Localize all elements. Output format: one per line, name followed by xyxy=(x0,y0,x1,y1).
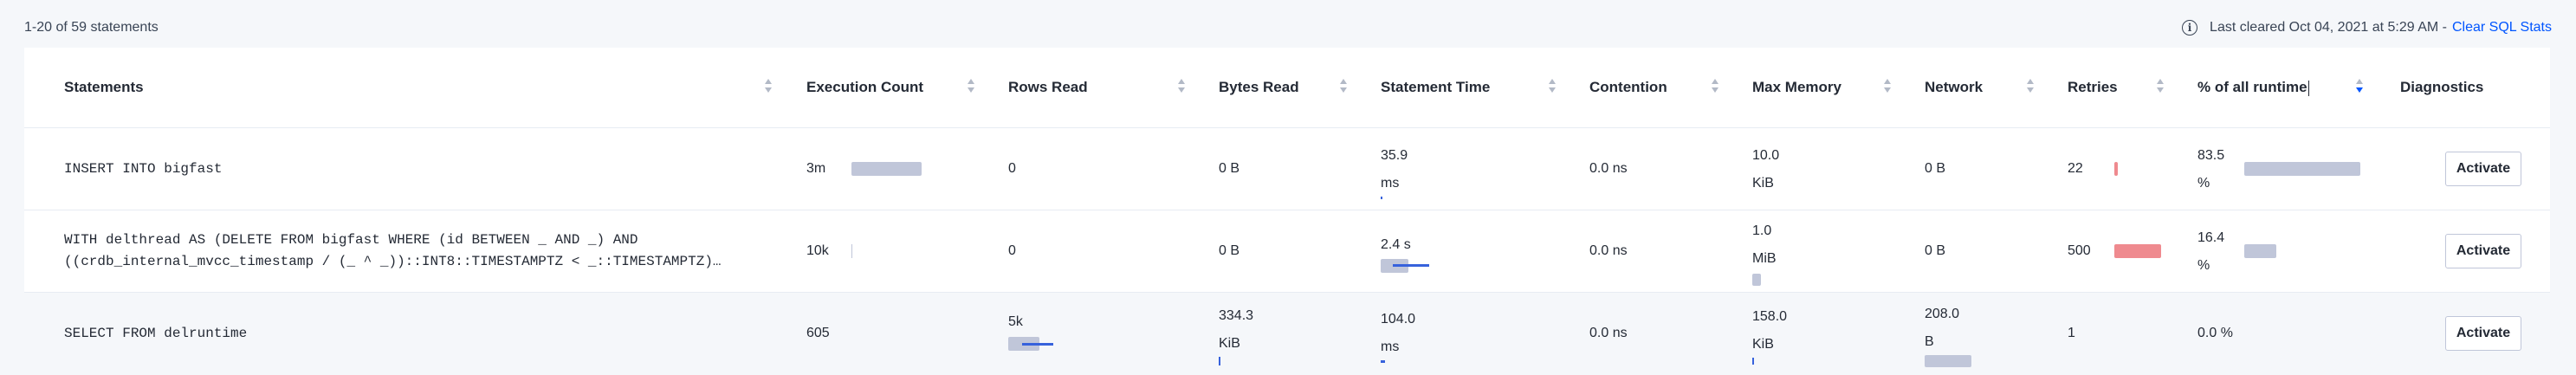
pagination-summary: 1-20 of 59 statements xyxy=(24,20,159,35)
last-cleared-text: Last cleared Oct 04, 2021 at 5:29 AM - xyxy=(2210,20,2447,35)
pct-runtime-cell: 0.0 % xyxy=(2197,292,2397,375)
pct-runtime-bar-fill xyxy=(2244,244,2277,258)
max-memory-cell: 1.0 MiB xyxy=(1752,210,1925,293)
network-cell: 0 B xyxy=(1925,127,2068,210)
column-header-statements[interactable]: Statements xyxy=(24,48,806,128)
network-bar xyxy=(1925,355,1971,368)
pct-runtime-bar-fill xyxy=(2244,162,2360,176)
column-header-rows-read[interactable]: Rows Read xyxy=(1008,48,1219,128)
execution-count-cell: 10k xyxy=(806,210,1008,293)
retries-cell: 500 xyxy=(2068,210,2197,293)
max-memory-cell: 10.0 KiB xyxy=(1752,127,1925,210)
table-row[interactable]: WITH delthread AS (DELETE FROM bigfast W… xyxy=(24,210,2550,293)
deviation-mark xyxy=(1219,357,1220,366)
pct-runtime-bar xyxy=(2244,162,2366,176)
table-row[interactable]: INSERT INTO bigfast 3m 0 0 B 35.9 ms 0.0… xyxy=(24,127,2550,210)
statements-toolbar: 1-20 of 59 statements i Last cleared Oct… xyxy=(0,0,2576,54)
max-memory-bar xyxy=(1752,274,1761,286)
deviation-mark xyxy=(1381,359,1385,363)
column-header-statement-time[interactable]: Statement Time xyxy=(1381,48,1589,128)
column-header-execution-count[interactable]: Execution Count xyxy=(806,48,1008,128)
network-cell: 208.0 B xyxy=(1925,292,2068,375)
statement-time-cell: 2.4 s xyxy=(1381,210,1589,293)
retries-bar xyxy=(2114,244,2166,258)
deviation-mark xyxy=(1393,264,1429,267)
statement-text[interactable]: WITH delthread AS (DELETE FROM bigfast W… xyxy=(64,230,806,251)
network-cell: 0 B xyxy=(1925,210,2068,293)
execution-count-bar-fill xyxy=(851,162,922,176)
bytes-read-cell: 0 B xyxy=(1219,210,1381,293)
column-header-contention[interactable]: Contention xyxy=(1589,48,1752,128)
contention-cell: 0.0 ns xyxy=(1589,292,1752,375)
statement-cell[interactable]: INSERT INTO bigfast xyxy=(24,127,806,210)
statement-cell[interactable]: SELECT FROM delruntime xyxy=(24,292,806,375)
activate-button[interactable]: Activate xyxy=(2445,316,2521,352)
execution-count-bar xyxy=(851,244,852,258)
statement-text-line2[interactable]: ((crdb_internal_mvcc_timestamp / (_ ^ _)… xyxy=(64,251,806,273)
rows-read-cell: 0 xyxy=(1008,127,1219,210)
execution-count-bar xyxy=(851,162,938,176)
retries-cell: 1 xyxy=(2068,292,2197,375)
sort-icon[interactable] xyxy=(1549,79,1557,96)
deviation-mark xyxy=(1381,197,1382,199)
pct-runtime-cell: 16.4 % xyxy=(2197,210,2397,293)
diagnostics-cell: Activate xyxy=(2397,210,2550,293)
statement-text[interactable]: SELECT FROM delruntime xyxy=(64,323,806,345)
clear-sql-stats-link[interactable]: Clear SQL Stats xyxy=(2452,20,2552,36)
max-memory-cell: 158.0 KiB xyxy=(1752,292,1925,375)
execution-count-cell: 605 xyxy=(806,292,1008,375)
sort-icon[interactable] xyxy=(1884,79,1892,96)
retries-bar xyxy=(2114,162,2166,176)
statements-table: Statements Execution Count Rows Read Byt… xyxy=(24,48,2550,375)
sort-icon[interactable] xyxy=(765,79,773,96)
sort-icon[interactable] xyxy=(1712,79,1719,96)
sort-icon[interactable] xyxy=(1340,79,1348,96)
sort-icon[interactable] xyxy=(2356,79,2364,96)
statement-time-cell: 104.0 ms xyxy=(1381,292,1589,375)
activate-button[interactable]: Activate xyxy=(2445,152,2521,186)
column-header-max-memory[interactable]: Max Memory xyxy=(1752,48,1925,128)
text-cursor xyxy=(2307,80,2309,96)
pct-runtime-cell: 83.5 % xyxy=(2197,127,2397,210)
column-header-diagnostics: Diagnostics xyxy=(2400,79,2484,95)
bytes-read-cell: 334.3 KiB xyxy=(1219,292,1381,375)
pct-runtime-bar xyxy=(2244,244,2366,258)
column-header-bytes-read[interactable]: Bytes Read xyxy=(1219,48,1381,128)
sort-icon[interactable] xyxy=(968,79,975,96)
contention-cell: 0.0 ns xyxy=(1589,210,1752,293)
retries-cell: 22 xyxy=(2068,127,2197,210)
deviation-mark xyxy=(1752,358,1754,365)
sort-icon[interactable] xyxy=(1178,79,1186,96)
info-icon[interactable]: i xyxy=(2182,20,2198,36)
statement-time-cell: 35.9 ms xyxy=(1381,127,1589,210)
retries-bar-fill xyxy=(2114,244,2161,258)
contention-cell: 0.0 ns xyxy=(1589,127,1752,210)
column-header-retries[interactable]: Retries xyxy=(2068,48,2197,128)
diagnostics-cell: Activate xyxy=(2397,127,2550,210)
rows-read-cell: 5k xyxy=(1008,292,1219,375)
last-cleared-info: i Last cleared Oct 04, 2021 at 5:29 AM -… xyxy=(2182,20,2552,36)
column-header-network[interactable]: Network xyxy=(1925,48,2068,128)
deviation-mark xyxy=(1022,343,1053,346)
sort-icon[interactable] xyxy=(2027,79,2035,96)
diagnostics-cell: Activate xyxy=(2397,292,2550,375)
statement-text[interactable]: INSERT INTO bigfast xyxy=(64,158,806,180)
activate-button[interactable]: Activate xyxy=(2445,234,2521,268)
column-header-pct-runtime[interactable]: % of all runtime xyxy=(2197,48,2397,128)
table-row[interactable]: SELECT FROM delruntime 605 5k 334.3 KiB xyxy=(24,292,2550,375)
execution-count-cell: 3m xyxy=(806,127,1008,210)
retries-bar-fill xyxy=(2114,162,2118,176)
sort-icon[interactable] xyxy=(2157,79,2165,96)
bytes-read-cell: 0 B xyxy=(1219,127,1381,210)
table-header-row: Statements Execution Count Rows Read Byt… xyxy=(24,48,2550,128)
rows-read-cell: 0 xyxy=(1008,210,1219,293)
statement-cell[interactable]: WITH delthread AS (DELETE FROM bigfast W… xyxy=(24,210,806,293)
